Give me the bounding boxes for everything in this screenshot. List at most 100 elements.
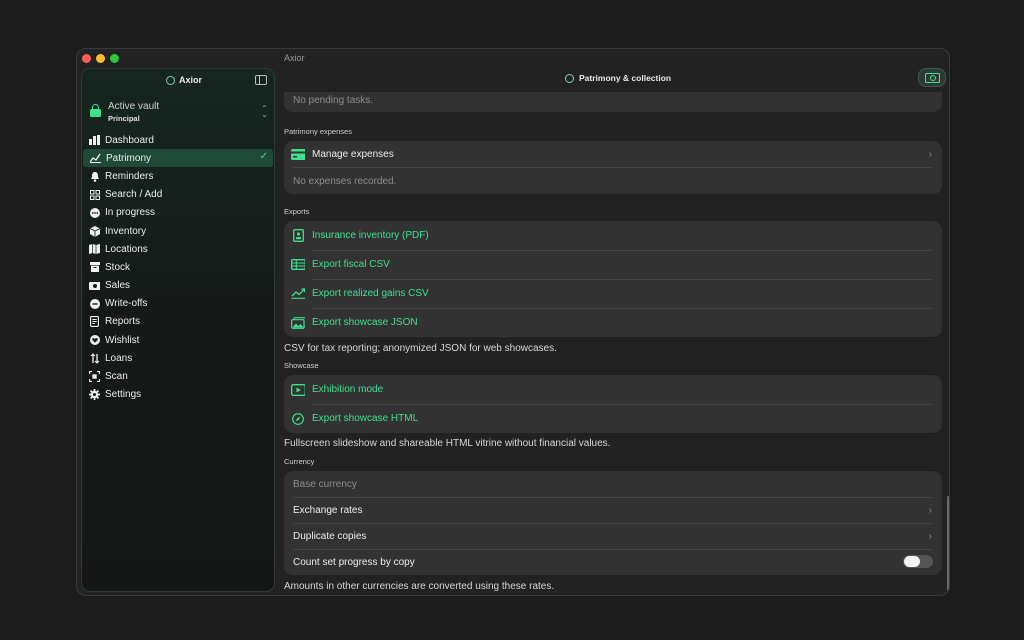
sidebar-item-settings[interactable]: Settings [82, 386, 274, 404]
vault-selector[interactable]: Active vault Principal ⌃ ⌄ [86, 99, 272, 127]
document-icon [89, 316, 100, 328]
sidebar-item-label: Patrimony [106, 152, 152, 164]
sidebar-item-label: Inventory [105, 225, 147, 237]
app-logo-icon [166, 75, 175, 85]
sidebar-item-label: Reminders [105, 170, 154, 182]
chevron-right-icon: › [928, 148, 932, 160]
base-currency-field[interactable]: Base currency [284, 471, 942, 497]
safari-compass-icon [291, 412, 305, 425]
showcase-card: Exhibition mode Export showcase HTML [284, 375, 942, 433]
sidebar-item-label: Scan [105, 371, 128, 383]
credit-card-icon [291, 148, 305, 160]
sidebar-item-label: Write-offs [105, 298, 148, 310]
exports-card: Insurance inventory (PDF) Export fiscal … [284, 221, 942, 337]
exchange-rates-label: Exchange rates [293, 504, 363, 516]
title-bar: Axior [77, 49, 949, 69]
sidebar-item-label: Sales [105, 280, 131, 292]
chevron-right-icon: › [928, 530, 932, 542]
sidebar-item-search-add[interactable]: Search / Add [82, 186, 274, 204]
main-header: Patrimony & collection [275, 68, 949, 88]
count-progress-row: Count set progress by copy [284, 549, 942, 575]
sidebar-item-dashboard[interactable]: Dashboard [82, 131, 274, 149]
sidebar-item-in-progress[interactable]: In progress [82, 204, 274, 222]
main-content: No pending tasks. Patrimony expenses Man… [275, 92, 949, 595]
sidebar-item-inventory[interactable]: Inventory [82, 222, 274, 240]
sidebar-item-scan[interactable]: Scan [82, 367, 274, 385]
sidebar-item-label: Stock [105, 261, 131, 273]
expenses-empty-text: No expenses recorded. [293, 175, 397, 187]
section-label-exports: Exports [284, 207, 310, 216]
transfer-icon [89, 353, 100, 364]
zoom-window-button[interactable] [110, 54, 119, 63]
count-progress-label: Count set progress by copy [293, 556, 415, 568]
bell-icon [89, 171, 100, 182]
app-logo-icon [565, 73, 574, 83]
sidebar-item-patrimony[interactable]: Patrimony ✓ [83, 149, 273, 168]
page-title: Patrimony & collection [565, 73, 671, 83]
duplicate-copies-label: Duplicate copies [293, 530, 367, 542]
showcase-label: Exhibition mode [312, 384, 384, 395]
vault-name: Principal [108, 114, 140, 123]
banknote-icon [924, 72, 940, 83]
sidebar-item-reminders[interactable]: Reminders [82, 167, 274, 185]
lock-icon [90, 104, 101, 117]
export-fiscal-csv-row[interactable]: Export fiscal CSV [284, 250, 942, 279]
close-window-button[interactable] [82, 54, 91, 63]
vault-title: Active vault [108, 101, 160, 112]
exports-footnote: CSV for tax reporting; anonymized JSON f… [284, 343, 557, 354]
cube-icon [89, 225, 100, 237]
count-progress-toggle[interactable] [903, 555, 933, 568]
duplicate-copies-row[interactable]: Duplicate copies › [284, 523, 942, 549]
manage-expenses-label: Manage expenses [312, 148, 394, 160]
section-label-expenses: Patrimony expenses [284, 127, 352, 136]
exhibition-mode-row[interactable]: Exhibition mode [284, 375, 942, 404]
export-label: Insurance inventory (PDF) [312, 230, 429, 241]
base-currency-placeholder: Base currency [293, 478, 357, 490]
export-insurance-pdf-row[interactable]: Insurance inventory (PDF) [284, 221, 942, 250]
app-name-label: Axior [179, 75, 203, 85]
banknote-icon [89, 280, 100, 291]
chevron-updown-icon: ⌃ ⌄ [261, 104, 268, 119]
sidebar-item-wishlist[interactable]: Wishlist [82, 331, 274, 349]
app-name: Axior [166, 75, 202, 85]
section-label-currency: Currency [284, 457, 315, 466]
window-title: Axior [284, 53, 305, 63]
sidebar-item-sales[interactable]: Sales [82, 277, 274, 295]
section-label-showcase: Showcase [284, 361, 319, 370]
tasks-empty-row: No pending tasks. [284, 92, 942, 108]
sidebar-item-label: In progress [105, 207, 156, 219]
play-rectangle-icon [291, 383, 305, 396]
archive-box-icon [89, 262, 100, 273]
sidebar-item-locations[interactable]: Locations [82, 240, 274, 258]
minus-circle-icon [89, 298, 100, 309]
scan-icon [89, 371, 100, 382]
sidebar-item-loans[interactable]: Loans [82, 349, 274, 367]
tasks-card: No pending tasks. [284, 92, 942, 112]
currency-card: Base currency Exchange rates › Duplicate… [284, 471, 942, 575]
showcase-footnote: Fullscreen slideshow and shareable HTML … [284, 438, 611, 449]
sidebar-item-label: Wishlist [105, 334, 140, 346]
heart-icon [89, 335, 100, 346]
page-title-label: Patrimony & collection [579, 73, 672, 83]
sidebar-toggle-icon[interactable] [255, 75, 267, 85]
expenses-empty-row: No expenses recorded. [284, 168, 942, 194]
manage-expenses-row[interactable]: Manage expenses › [284, 141, 942, 167]
exchange-rates-row[interactable]: Exchange rates › [284, 497, 942, 523]
photos-icon [291, 316, 305, 329]
export-showcase-json-row[interactable]: Export showcase JSON [284, 308, 942, 337]
sidebar-header: Axior [82, 72, 274, 90]
map-icon [89, 244, 100, 255]
export-label: Export realized gains CSV [312, 288, 429, 299]
sidebar-item-label: Loans [105, 352, 133, 364]
trend-line-icon [291, 288, 305, 300]
sidebar-item-write-offs[interactable]: Write-offs [82, 295, 274, 313]
export-realized-gains-row[interactable]: Export realized gains CSV [284, 279, 942, 308]
showcase-label: Export showcase HTML [312, 413, 419, 424]
sidebar-item-stock[interactable]: Stock [82, 258, 274, 276]
checkmark-icon: ✓ [259, 151, 268, 163]
minimize-window-button[interactable] [96, 54, 105, 63]
showcase-toolbar-button[interactable] [918, 68, 946, 87]
scrollbar[interactable] [947, 496, 949, 591]
export-showcase-html-row[interactable]: Export showcase HTML [284, 404, 942, 433]
sidebar-item-reports[interactable]: Reports [82, 313, 274, 331]
